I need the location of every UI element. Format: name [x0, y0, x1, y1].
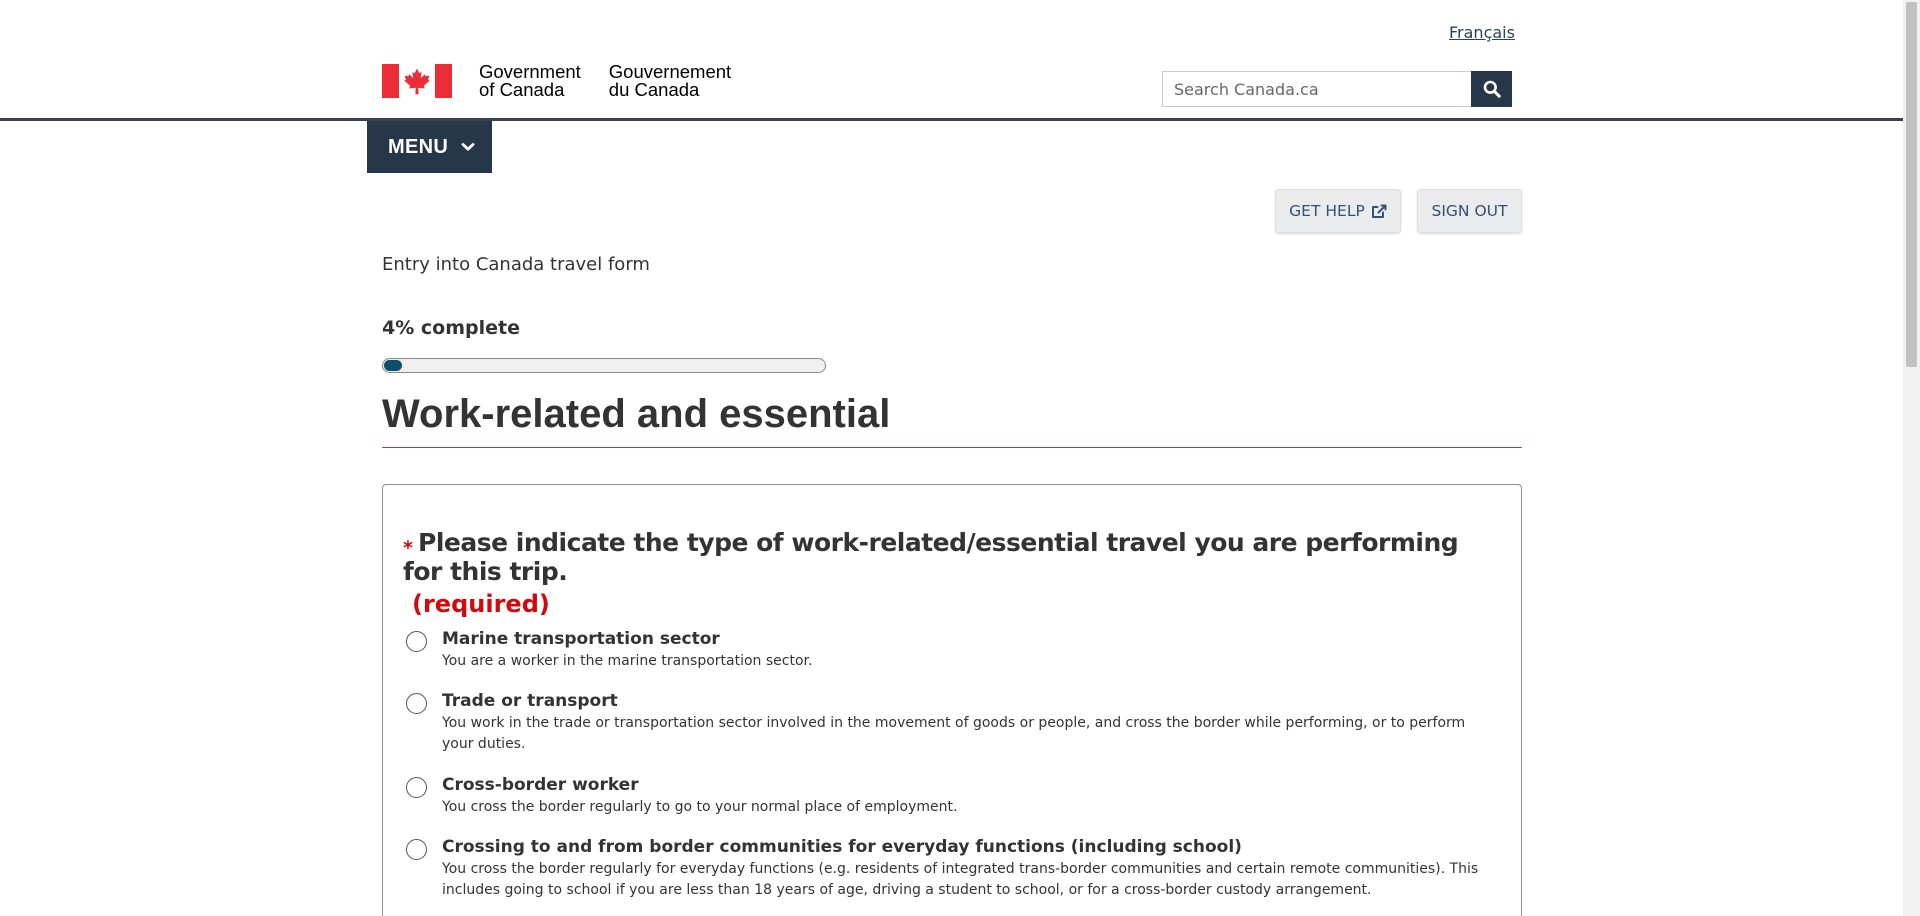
sign-out-button[interactable]: SIGN OUT — [1417, 189, 1522, 233]
question-legend: * Please indicate the type of work-relat… — [403, 528, 1483, 618]
option-label[interactable]: Cross-border worker — [442, 774, 1486, 796]
site-search — [1162, 71, 1512, 107]
canada-flag-icon — [382, 64, 452, 98]
language-toggle-link[interactable]: Français — [1449, 23, 1515, 42]
chevron-down-icon — [461, 142, 475, 152]
vertical-scrollbar[interactable] — [1903, 0, 1920, 916]
option-description: You are a worker in the marine transport… — [442, 653, 813, 669]
radio-button[interactable] — [406, 839, 427, 860]
search-input[interactable] — [1162, 71, 1471, 107]
header-divider — [0, 118, 1903, 121]
option-description: You cross the border regularly for every… — [442, 861, 1479, 898]
required-label: (required) — [412, 590, 550, 618]
radio-option-marine[interactable]: Marine transportation sector You are a w… — [406, 628, 1486, 672]
radio-option-border-communities[interactable]: Crossing to and from border communities … — [406, 836, 1486, 901]
get-help-button[interactable]: GET HELP — [1275, 189, 1401, 233]
radio-button[interactable] — [406, 777, 427, 798]
radio-option-cross-border-worker[interactable]: Cross-border worker You cross the border… — [406, 774, 1486, 818]
option-label[interactable]: Trade or transport — [442, 690, 1486, 712]
wordmark-fr-line2: du Canada — [608, 79, 700, 100]
wordmark-english: Government of Canada — [479, 62, 581, 100]
option-description: You work in the trade or transportation … — [442, 715, 1466, 752]
government-wordmark: Government of Canada Gouvernement du Can… — [479, 62, 731, 100]
search-icon — [1483, 80, 1501, 98]
get-help-label: GET HELP — [1289, 202, 1365, 220]
wordmark-french: Gouvernement du Canada — [608, 62, 731, 100]
sign-out-label: SIGN OUT — [1431, 202, 1508, 220]
progress-label: 4% complete — [382, 317, 520, 339]
radio-button[interactable] — [406, 693, 427, 714]
form-name: Entry into Canada travel form — [382, 254, 650, 275]
page-title: Work-related and essential — [382, 392, 891, 436]
search-button[interactable] — [1471, 71, 1512, 107]
radio-option-trade-transport[interactable]: Trade or transport You work in the trade… — [406, 690, 1486, 755]
radio-button[interactable] — [406, 631, 427, 652]
option-description: You cross the border regularly to go to … — [442, 799, 958, 815]
title-underline — [382, 447, 1522, 448]
external-link-icon — [1371, 204, 1387, 219]
option-label[interactable]: Marine transportation sector — [442, 628, 1486, 650]
menu-label: MENU — [388, 135, 449, 158]
page: Français Government of Canada Gouverneme… — [0, 0, 1903, 916]
progress-bar — [382, 358, 826, 373]
scrollbar-thumb[interactable] — [1906, 2, 1917, 367]
menu-button[interactable]: MENU — [367, 121, 492, 173]
wordmark-en-line2: of Canada — [479, 79, 565, 100]
required-marker: * — [403, 537, 413, 559]
government-of-canada-signature[interactable]: Government of Canada Gouvernement du Can… — [382, 62, 731, 100]
question-text: Please indicate the type of work-related… — [403, 528, 1459, 586]
progress-fill — [384, 360, 402, 371]
option-label[interactable]: Crossing to and from border communities … — [442, 836, 1486, 858]
